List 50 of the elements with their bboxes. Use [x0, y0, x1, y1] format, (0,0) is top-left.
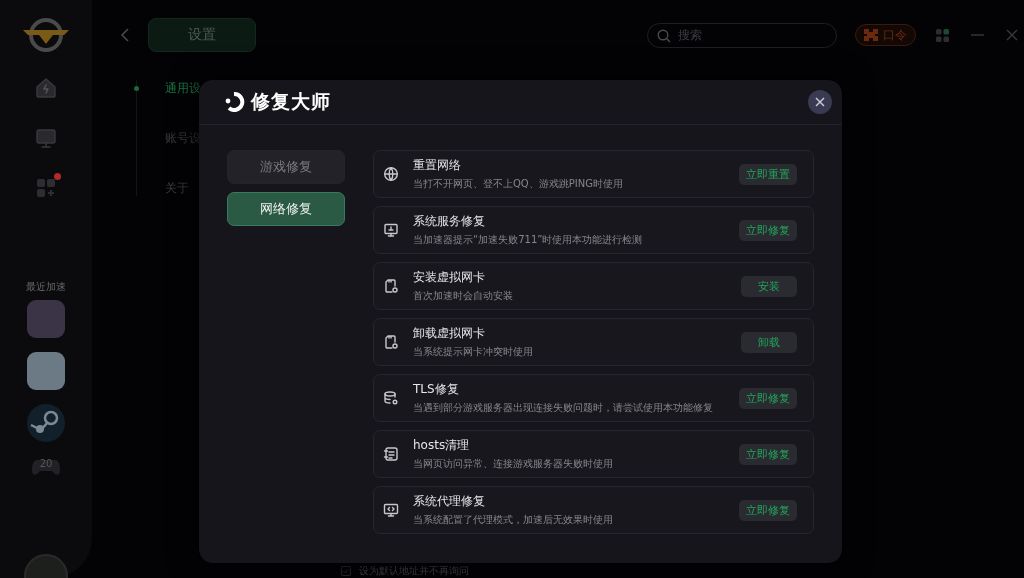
- page-title-button[interactable]: 设置: [148, 18, 256, 52]
- network-card-icon: [383, 334, 399, 350]
- close-button[interactable]: [808, 90, 832, 114]
- monitor-icon: [383, 222, 399, 238]
- repair-category-tab[interactable]: 游戏修复: [227, 150, 345, 184]
- monitor-icon[interactable]: [34, 126, 58, 150]
- game-cover-placeholder[interactable]: [27, 352, 65, 390]
- settings-nav-item[interactable]: 通用设: [165, 80, 201, 96]
- network-card-icon: [383, 278, 399, 294]
- close-icon: [815, 97, 825, 107]
- repair-item-description: 当打不开网页、登不上QQ、游戏跳PING时使用: [413, 177, 624, 191]
- puzzle-icon: [864, 29, 878, 41]
- repair-action-button[interactable]: 卸载: [741, 331, 797, 353]
- document-list-icon: [383, 446, 399, 462]
- back-icon[interactable]: [120, 28, 130, 42]
- repair-logo-icon: [225, 92, 245, 112]
- repair-item-description: 当网页访问异常、连接游戏服务器失败时使用: [413, 457, 614, 471]
- repair-item-title: TLS修复: [413, 381, 460, 398]
- code-monitor-icon: [383, 502, 399, 518]
- repair-item-description: 首次加速时会自动安装: [413, 289, 514, 303]
- repair-action-button[interactable]: 立即修复: [739, 219, 797, 241]
- repair-item-title: 系统代理修复: [413, 493, 486, 510]
- home-icon[interactable]: [34, 76, 58, 100]
- checkbox-icon[interactable]: [341, 566, 351, 576]
- apps-icon[interactable]: [34, 176, 58, 200]
- close-icon[interactable]: [1006, 29, 1018, 41]
- repair-item-description: 当加速器提示“加速失败711”时使用本功能进行检测: [413, 233, 644, 247]
- repair-category-tab[interactable]: 网络修复: [227, 192, 345, 226]
- steam-logo-icon[interactable]: [27, 404, 65, 442]
- globe-icon: [383, 166, 399, 182]
- repair-item-title: 系统服务修复: [413, 213, 486, 230]
- repair-action-button[interactable]: 立即修复: [739, 443, 797, 465]
- repair-item-description: 当遇到部分游戏服务器出现连接失败问题时，请尝试使用本功能修复: [413, 401, 714, 415]
- database-gear-icon: [383, 390, 399, 406]
- search-icon: [657, 28, 671, 43]
- recent-label: 最近加速: [26, 280, 66, 294]
- repair-item-title: 卸载虚拟网卡: [413, 325, 486, 342]
- apps-grid-icon[interactable]: [936, 28, 949, 42]
- repair-item-description: 当系统配置了代理模式，加速后无效果时使用: [413, 513, 614, 527]
- repair-item-title: 重置网络: [413, 157, 462, 174]
- repair-item-title: hosts清理: [413, 437, 471, 454]
- dialog-title: 修复大师: [251, 89, 331, 114]
- active-indicator-dot: [134, 85, 139, 91]
- repair-action-button[interactable]: 立即修复: [739, 387, 797, 409]
- repair-item-description: 当系统提示网卡冲突时使用: [413, 345, 534, 359]
- repair-action-button[interactable]: 安装: [741, 275, 797, 297]
- repair-item-title: 安装虚拟网卡: [413, 269, 486, 286]
- search-field[interactable]: 搜索: [647, 22, 837, 48]
- repair-action-button[interactable]: 立即重置: [739, 163, 797, 185]
- repair-action-button[interactable]: 立即修复: [739, 499, 797, 521]
